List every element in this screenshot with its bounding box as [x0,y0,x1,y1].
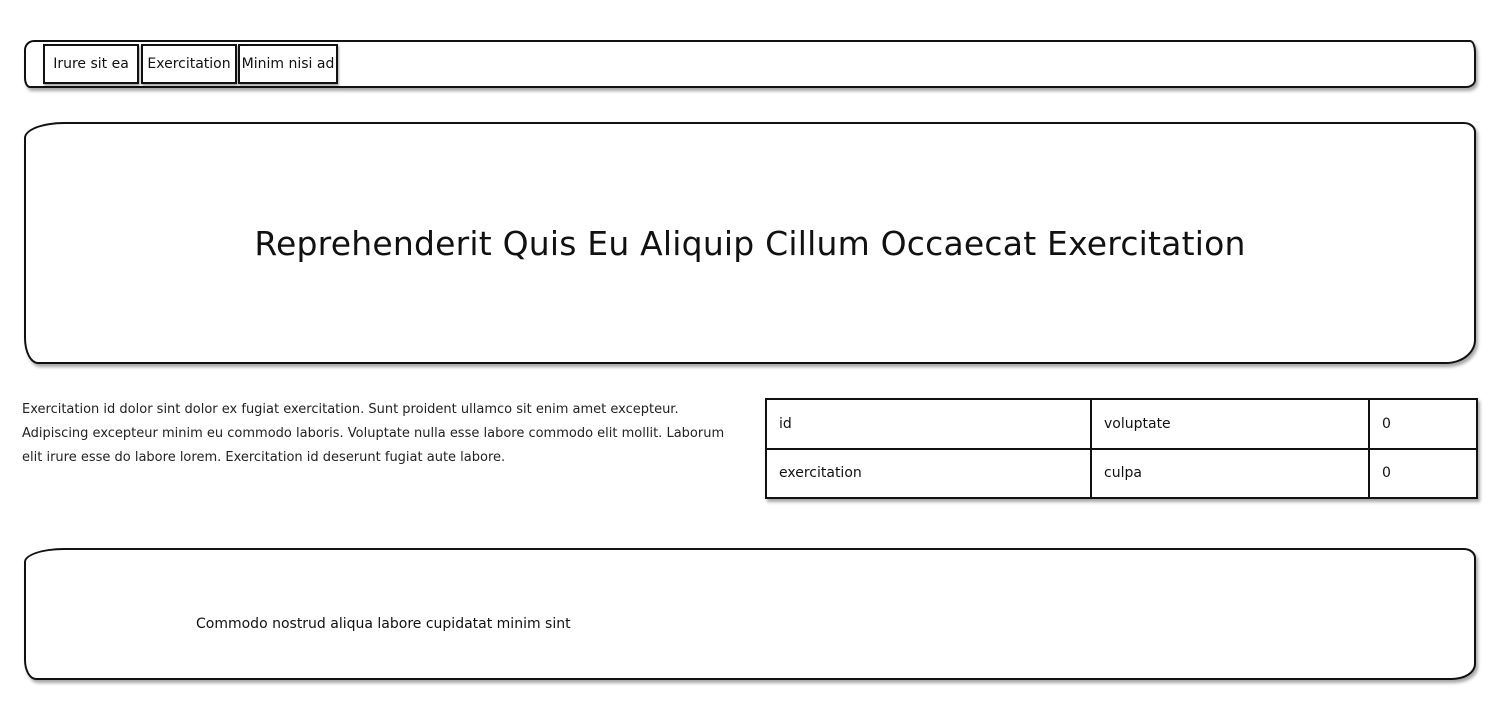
footer-panel: Commodo nostrud aliqua labore cupidatat … [24,548,1476,680]
table-cell: culpa [1090,447,1370,499]
table-row: exercitation culpa 0 [765,447,1478,499]
table-cell: id [765,398,1092,450]
nav-button-irure-sit-ea[interactable]: Irure sit ea [43,44,139,84]
top-navbar: Irure sit ea Exercitation Minim nisi ad [24,40,1476,88]
nav-button-exercitation[interactable]: Exercitation [141,44,237,84]
hero-title: Reprehenderit Quis Eu Aliquip Cillum Occ… [254,223,1246,263]
footer-text: Commodo nostrud aliqua labore cupidatat … [196,616,571,632]
table-cell: 0 [1368,447,1478,499]
table-cell: exercitation [765,447,1092,499]
hero-banner: Reprehenderit Quis Eu Aliquip Cillum Occ… [24,122,1476,364]
nav-button-minim-nisi-ad[interactable]: Minim nisi ad [238,44,338,84]
data-table: id voluptate 0 exercitation culpa 0 [765,398,1478,499]
table-row: id voluptate 0 [765,398,1478,450]
table-cell: voluptate [1090,398,1370,450]
table-cell: 0 [1368,398,1478,450]
body-paragraph: Exercitation id dolor sint dolor ex fugi… [22,402,725,465]
